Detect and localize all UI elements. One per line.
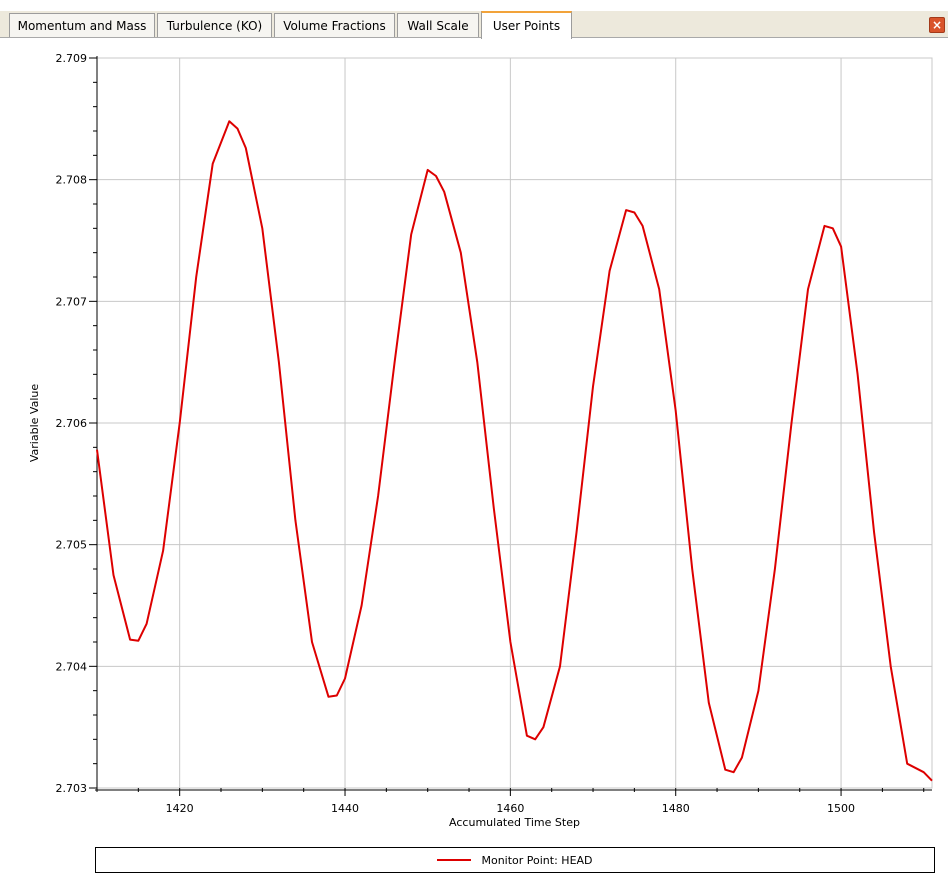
- tab-wall-scale[interactable]: Wall Scale: [397, 13, 479, 37]
- legend-label: Monitor Point: HEAD: [481, 853, 593, 867]
- chart-grid: [96, 57, 933, 789]
- y-tick-label: 2.704: [56, 660, 88, 673]
- y-tick-labels: 2.703 2.704 2.705 2.706 2.707 2.708 2.709: [56, 52, 88, 795]
- y-tick-label: 2.705: [56, 539, 88, 552]
- y-tick-label: 2.708: [56, 174, 88, 187]
- x-tick-label: 1480: [662, 802, 690, 815]
- tab-user-points[interactable]: User Points: [481, 11, 572, 39]
- x-tick-labels: 1420 1440 1460 1480 1500: [166, 802, 855, 815]
- tab-volume-fractions[interactable]: Volume Fractions: [274, 13, 395, 37]
- y-axis-label: Variable Value: [28, 384, 41, 462]
- x-tick-label: 1460: [496, 802, 524, 815]
- chart-legend: Monitor Point: HEAD: [95, 847, 935, 873]
- legend-swatch: [437, 859, 472, 861]
- tab-turbulence-ko[interactable]: Turbulence (KO): [157, 13, 272, 37]
- y-tick-label: 2.706: [56, 417, 88, 430]
- y-tick-label: 2.703: [56, 782, 88, 795]
- close-icon[interactable]: ×: [929, 17, 945, 33]
- tab-bar: Momentum and Mass Turbulence (KO) Volume…: [0, 0, 948, 39]
- y-tick-label: 2.707: [56, 295, 88, 308]
- x-tick-label: 1500: [827, 802, 855, 815]
- monitor-chart: 2.703 2.704 2.705 2.706 2.707 2.708 2.709 1420…: [28, 52, 933, 829]
- tab-momentum-and-mass[interactable]: Momentum and Mass: [9, 13, 155, 37]
- x-tick-label: 1420: [166, 802, 194, 815]
- x-axis-label: Accumulated Time Step: [449, 816, 580, 829]
- x-tick-label: 1440: [331, 802, 359, 815]
- y-tick-label: 2.709: [56, 52, 88, 65]
